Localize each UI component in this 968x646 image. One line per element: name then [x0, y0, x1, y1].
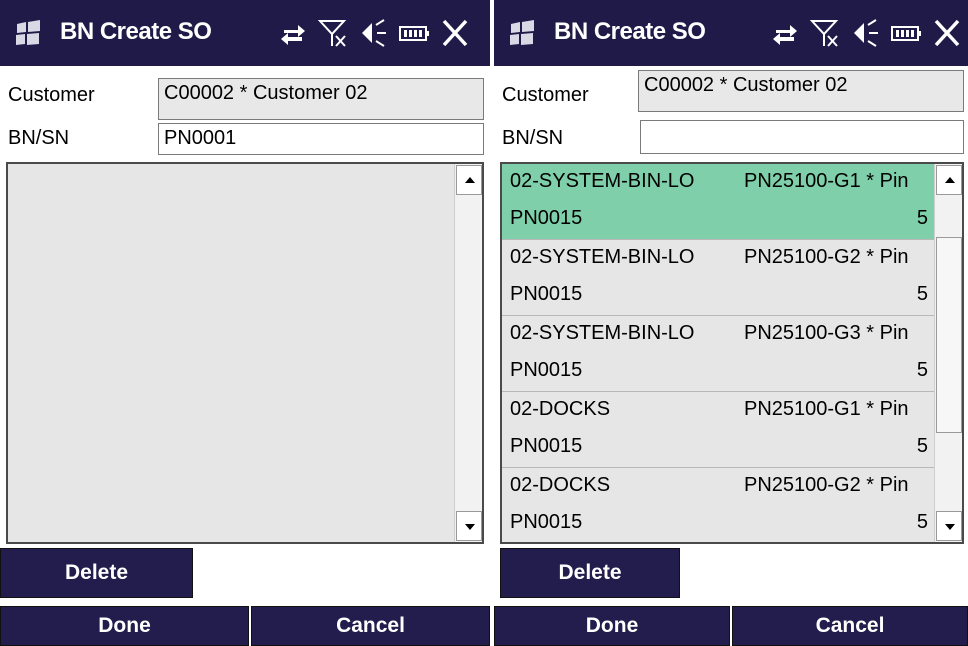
scroll-up-button[interactable] — [456, 165, 482, 195]
bin-list[interactable] — [6, 162, 484, 544]
system-tray — [278, 16, 480, 50]
close-icon[interactable] — [932, 18, 962, 48]
title-bar: BN Create SO — [494, 0, 968, 66]
close-icon[interactable] — [440, 18, 470, 48]
vertical-scrollbar[interactable] — [934, 164, 962, 542]
customer-label: Customer — [8, 84, 95, 106]
bin-list-rows — [8, 164, 456, 542]
title-bar: BN Create SO — [0, 0, 490, 66]
app-title: BN Create SO — [554, 18, 706, 45]
bin-location-text: 02-DOCKS — [510, 474, 611, 496]
bin-list[interactable]: 02-SYSTEM-BIN-LO PN25100-G1 * Pin PN0015 5 0… — [500, 162, 964, 544]
start-menu-icon[interactable] — [14, 20, 42, 46]
scroll-down-button[interactable] — [456, 511, 482, 541]
scrollbar-thumb[interactable] — [936, 237, 962, 433]
bnsn-input[interactable]: PN0001 — [158, 123, 484, 155]
arrow-up-icon — [945, 177, 955, 183]
customer-field: C00002 * Customer 02 — [158, 78, 484, 120]
bnsn-label: BN/SN — [502, 127, 564, 149]
bin-location-text: 02-SYSTEM-BIN-LO — [510, 170, 695, 192]
arrow-down-icon — [465, 524, 475, 530]
start-menu-icon[interactable] — [508, 20, 536, 46]
connectivity-icon[interactable] — [770, 18, 800, 48]
cancel-button[interactable]: Cancel — [732, 606, 968, 646]
delete-button[interactable]: Delete — [500, 548, 680, 598]
part-number-text: PN0015 — [510, 511, 583, 533]
bin-list-rows: 02-SYSTEM-BIN-LO PN25100-G1 * Pin PN0015 5 0… — [502, 164, 936, 542]
item-text: PN25100-G3 * Pin — [744, 322, 909, 344]
quantity-text: 5 — [916, 359, 928, 381]
no-signal-icon[interactable] — [810, 18, 840, 48]
item-text: PN25100-G1 * Pin — [744, 170, 909, 192]
customer-label: Customer — [502, 84, 589, 106]
volume-icon[interactable] — [850, 18, 880, 48]
part-number-text: PN0015 — [510, 283, 583, 305]
quantity-text: 5 — [916, 207, 928, 229]
part-number-text: PN0015 — [510, 359, 583, 381]
list-item[interactable]: 02-SYSTEM-BIN-LO PN25100-G1 * Pin PN0015 5 — [502, 164, 936, 240]
done-button[interactable]: Done — [494, 606, 730, 646]
cancel-button[interactable]: Cancel — [251, 606, 490, 646]
connectivity-icon[interactable] — [278, 18, 308, 48]
arrow-down-icon — [945, 524, 955, 530]
list-item[interactable]: 02-SYSTEM-BIN-LO PN25100-G3 * Pin PN0015 5 — [502, 316, 936, 392]
part-number-text: PN0015 — [510, 207, 583, 229]
list-item[interactable]: 02-SYSTEM-BIN-LO PN25100-G2 * Pin PN0015 5 — [502, 240, 936, 316]
item-text: PN25100-G2 * Pin — [744, 474, 909, 496]
item-text: PN25100-G1 * Pin — [744, 398, 909, 420]
app-title: BN Create SO — [60, 18, 212, 45]
battery-icon[interactable] — [398, 18, 430, 48]
vertical-scrollbar[interactable] — [454, 164, 482, 542]
bin-location-text: 02-SYSTEM-BIN-LO — [510, 322, 695, 344]
scroll-down-button[interactable] — [936, 511, 962, 541]
system-tray — [770, 16, 968, 50]
scroll-up-button[interactable] — [936, 165, 962, 195]
bnsn-input[interactable] — [640, 120, 964, 154]
screen-left: BN Create SO Customer C00002 * Customer … — [0, 0, 490, 646]
no-signal-icon[interactable] — [318, 18, 348, 48]
list-item[interactable]: 02-DOCKS PN25100-G2 * Pin PN0015 5 — [502, 468, 936, 542]
quantity-text: 5 — [916, 511, 928, 533]
bin-location-text: 02-DOCKS — [510, 398, 611, 420]
arrow-up-icon — [465, 177, 475, 183]
screen-right: BN Create SO Customer C00002 * Customer … — [494, 0, 968, 646]
done-button[interactable]: Done — [0, 606, 249, 646]
delete-button[interactable]: Delete — [0, 548, 193, 598]
bnsn-label: BN/SN — [8, 127, 70, 149]
item-text: PN25100-G2 * Pin — [744, 246, 909, 268]
customer-field: C00002 * Customer 02 — [638, 70, 964, 112]
volume-icon[interactable] — [358, 18, 388, 48]
bin-location-text: 02-SYSTEM-BIN-LO — [510, 246, 695, 268]
quantity-text: 5 — [916, 283, 928, 305]
part-number-text: PN0015 — [510, 435, 583, 457]
list-item[interactable]: 02-DOCKS PN25100-G1 * Pin PN0015 5 — [502, 392, 936, 468]
battery-icon[interactable] — [890, 18, 922, 48]
quantity-text: 5 — [916, 435, 928, 457]
